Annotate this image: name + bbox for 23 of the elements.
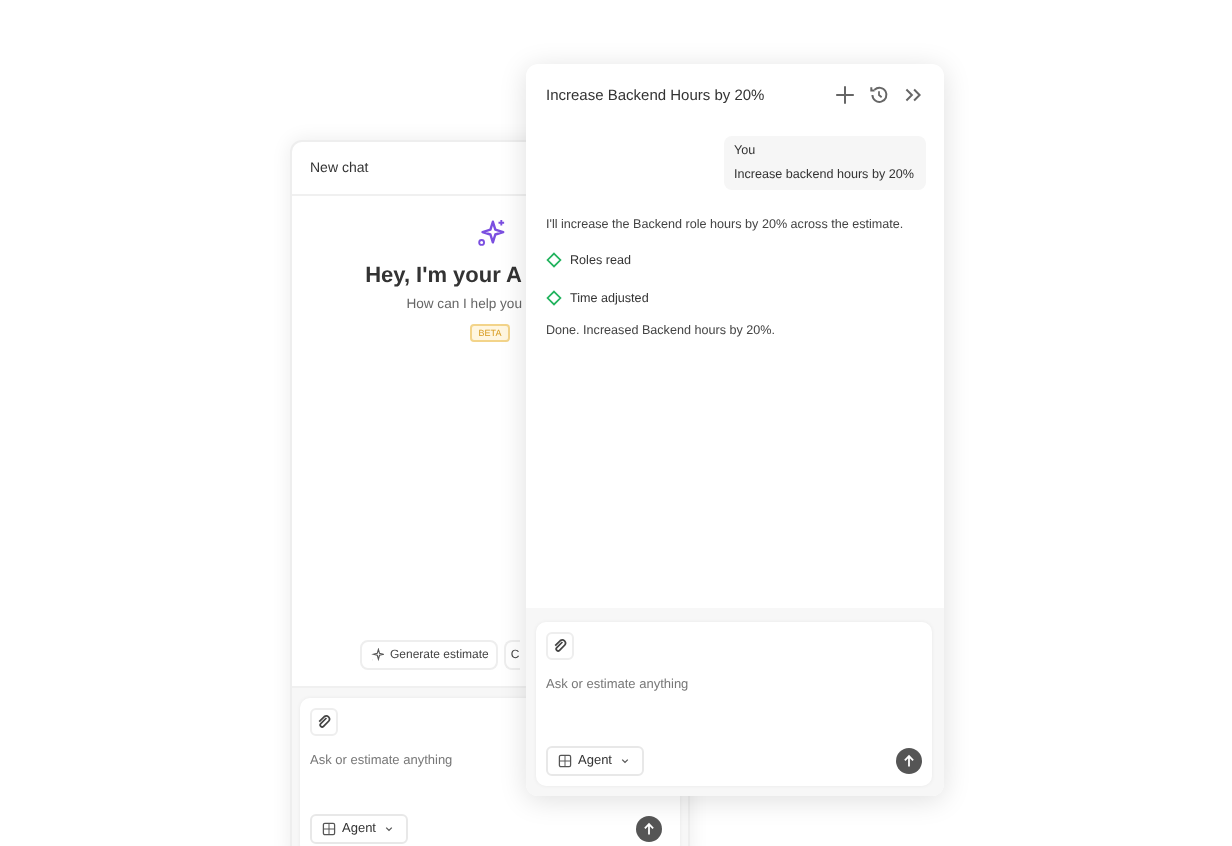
diamond-icon	[546, 290, 562, 306]
plus-icon	[834, 83, 856, 105]
attach-button[interactable]	[310, 708, 338, 736]
arrow-up-icon	[640, 820, 658, 838]
paperclip-icon	[316, 714, 332, 730]
send-button[interactable]	[636, 816, 662, 842]
attach-button[interactable]	[546, 632, 574, 660]
sparkle-icon	[370, 648, 384, 662]
greeting-heading: Hey, I'm your A	[365, 264, 522, 288]
history-icon	[868, 83, 890, 105]
sparkle-icon	[475, 218, 505, 248]
diamond-icon	[546, 252, 562, 268]
send-button[interactable]	[896, 748, 922, 774]
arrow-up-icon	[900, 752, 918, 770]
chevron-down-icon	[382, 822, 396, 836]
history-button[interactable]	[868, 83, 890, 105]
collapse-button[interactable]	[902, 83, 924, 105]
paperclip-icon	[552, 638, 568, 654]
double-chevron-icon	[902, 83, 924, 105]
grid-icon	[558, 754, 572, 768]
new-chat-button[interactable]	[834, 83, 856, 105]
chevron-down-icon	[618, 754, 632, 768]
grid-icon	[322, 822, 336, 836]
